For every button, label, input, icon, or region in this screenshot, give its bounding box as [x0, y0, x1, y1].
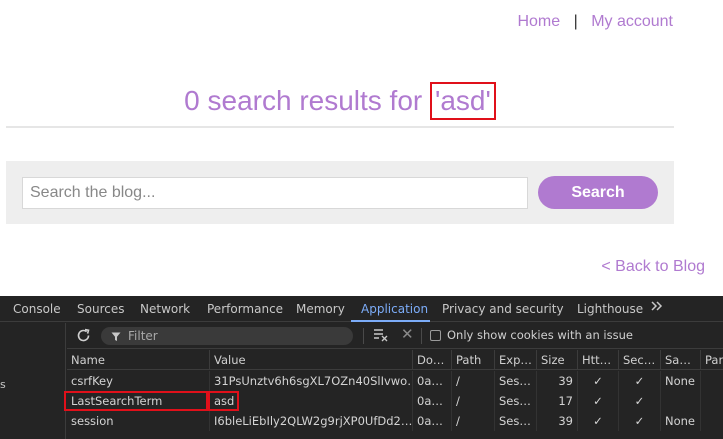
col-value[interactable]: Value [209, 350, 412, 370]
search-panel: Search [6, 161, 674, 224]
cookies-table: Name Value Do… Path Exp… Size Htt… Sec… … [64, 350, 723, 439]
search-input[interactable] [22, 177, 528, 209]
filter-placeholder: Filter [128, 329, 158, 343]
tab-performance[interactable]: Performance [207, 302, 283, 316]
tab-console[interactable]: Console [13, 302, 61, 316]
clear-filtered-cookies-icon[interactable] [373, 328, 389, 342]
cookie-partition [700, 411, 723, 431]
search-results-heading: 0 search results for 'asd' [0, 82, 680, 120]
tab-network[interactable]: Network [140, 302, 190, 316]
top-nav: Home | My account [517, 13, 673, 31]
cookie-domain: 0a… [412, 371, 451, 391]
only-issues-checkbox[interactable] [430, 330, 441, 341]
sidebar-item-stub[interactable]: s [0, 378, 6, 391]
cookie-name: csrfKey [71, 374, 113, 388]
cookie-samesite [660, 391, 700, 411]
home-link[interactable]: Home [517, 13, 560, 30]
cookie-secure: ✓ [618, 391, 660, 411]
cookie-expires: Ses… [494, 391, 536, 411]
cookie-httponly: ✓ [577, 391, 618, 411]
more-tabs-icon[interactable] [650, 300, 664, 316]
active-tab-indicator [351, 320, 430, 322]
cookie-value: 31PsUnztv6h6sgXL7OZn40SlIvwo… [209, 371, 412, 391]
only-issues-label: Only show cookies with an issue [447, 328, 633, 342]
toolbar-separator [363, 328, 364, 344]
tab-privacy-security[interactable]: Privacy and security [442, 302, 564, 316]
cookie-httponly: ✓ [577, 411, 618, 431]
cookie-size: 39 [536, 371, 577, 391]
cookie-secure: ✓ [618, 411, 660, 431]
devtools-panel: Console Sources Network Performance Memo… [0, 296, 723, 439]
cookie-expires: Ses… [494, 371, 536, 391]
annotation-highlight-value [208, 391, 239, 411]
cookie-partition [700, 371, 723, 391]
filter-icon [111, 331, 121, 341]
col-expires[interactable]: Exp… [494, 350, 536, 370]
col-httponly[interactable]: Htt… [577, 350, 618, 370]
search-term-highlight: 'asd' [430, 82, 496, 120]
tab-memory[interactable]: Memory [296, 302, 345, 316]
nav-separator: | [573, 13, 578, 30]
cookie-partition [700, 391, 723, 411]
cookie-size: 17 [536, 391, 577, 411]
tab-application[interactable]: Application [361, 302, 428, 316]
cookie-path: / [451, 391, 494, 411]
cookie-value: asd [209, 391, 412, 411]
application-sidebar: s [0, 323, 66, 439]
search-button[interactable]: Search [538, 176, 658, 209]
cookie-samesite: None [660, 411, 700, 431]
close-icon[interactable]: ✕ [401, 325, 414, 343]
col-samesite[interactable]: Sa… [660, 350, 700, 370]
annotation-highlight-name [64, 391, 208, 411]
my-account-link[interactable]: My account [591, 13, 673, 30]
cookie-path: / [451, 371, 494, 391]
col-name[interactable]: Name [67, 350, 209, 370]
col-secure[interactable]: Sec… [618, 350, 660, 370]
cookie-size: 39 [536, 411, 577, 431]
cookie-path: / [451, 411, 494, 431]
results-count-text: 0 search results for [184, 85, 431, 116]
col-domain[interactable]: Do… [412, 350, 451, 370]
tab-lighthouse[interactable]: Lighthouse [577, 302, 643, 316]
filter-input[interactable]: Filter [101, 327, 353, 345]
devtools-tab-bar: Console Sources Network Performance Memo… [0, 296, 723, 322]
divider [6, 126, 674, 128]
col-partition[interactable]: Par [700, 350, 723, 370]
col-path[interactable]: Path [451, 350, 494, 370]
cookie-name: session [71, 414, 114, 428]
table-row[interactable]: session I6bleLiEbIly2QLW2g9rjXP0UfDd2… 0… [67, 411, 723, 431]
cookie-expires: Ses… [494, 411, 536, 431]
cookie-value: I6bleLiEbIly2QLW2g9rjXP0UfDd2… [209, 411, 412, 431]
cookie-samesite: None [660, 371, 700, 391]
table-row[interactable]: csrfKey 31PsUnztv6h6sgXL7OZn40SlIvwo… 0a… [67, 371, 723, 391]
refresh-icon[interactable] [76, 328, 91, 343]
tab-sources[interactable]: Sources [77, 302, 124, 316]
col-size[interactable]: Size [536, 350, 577, 370]
table-header: Name Value Do… Path Exp… Size Htt… Sec… … [67, 350, 723, 370]
back-to-blog-link[interactable]: < Back to Blog [601, 258, 705, 276]
cookie-domain: 0a… [412, 391, 451, 411]
cookie-domain: 0a… [412, 411, 451, 431]
cookie-secure: ✓ [618, 371, 660, 391]
cookies-toolbar: Filter ✕ Only show cookies with an issue [67, 323, 723, 349]
cookie-httponly: ✓ [577, 371, 618, 391]
toolbar-separator [421, 328, 422, 344]
